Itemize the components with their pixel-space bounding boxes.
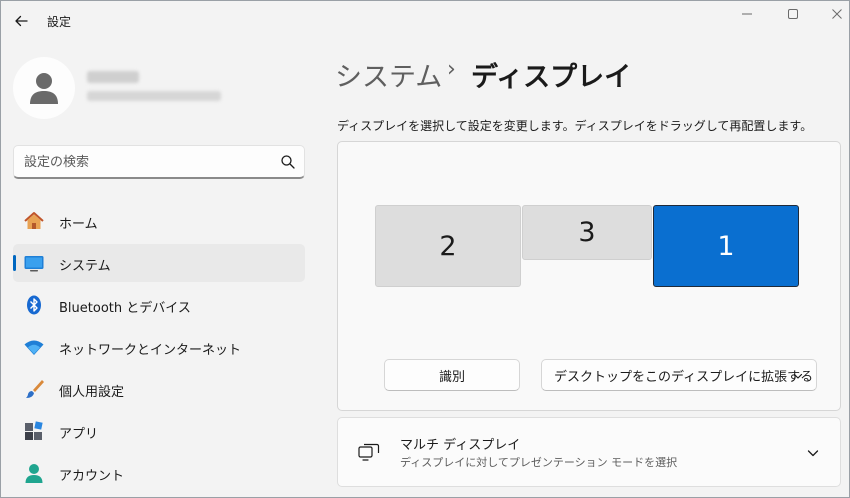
chevron-down-icon — [793, 373, 803, 379]
sidebar-item-personalization[interactable]: 個人用設定 — [13, 370, 305, 408]
apps-icon — [23, 420, 45, 442]
user-name-redacted — [87, 71, 139, 83]
multi-display-subtitle: ディスプレイに対してプレゼンテーション モードを選択 — [400, 456, 678, 469]
display-mode-value: デスクトップをこのディスプレイに拡張する — [554, 369, 814, 385]
selection-indicator — [13, 255, 16, 271]
sidebar-item-label: ネットワークとインターネット — [59, 343, 242, 358]
avatar[interactable] — [13, 57, 75, 119]
sidebar-item-label: 個人用設定 — [59, 385, 125, 400]
person-icon — [30, 73, 58, 104]
brush-icon — [23, 378, 45, 400]
sidebar-item-label: アプリ — [59, 427, 99, 442]
monitor-2[interactable]: 2 — [375, 205, 521, 287]
maximize-button[interactable] — [779, 5, 807, 23]
back-button[interactable] — [11, 11, 31, 31]
sidebar-item-network[interactable]: ネットワークとインターネット — [13, 328, 305, 366]
monitor-1[interactable]: 1 — [653, 205, 799, 287]
home-icon — [23, 210, 45, 232]
sidebar-item-label: システム — [59, 259, 111, 274]
sidebar-item-home[interactable]: ホーム — [13, 202, 305, 240]
back-arrow-icon — [15, 15, 28, 27]
maximize-icon — [788, 9, 798, 19]
account-icon — [23, 462, 45, 484]
search-input[interactable] — [24, 152, 264, 172]
sidebar-item-accounts[interactable]: アカウント — [13, 454, 305, 492]
sidebar-item-bluetooth[interactable]: Bluetooth とデバイス — [13, 286, 305, 324]
minimize-button[interactable] — [733, 5, 761, 23]
close-icon — [832, 9, 842, 19]
app-title: 設定 — [47, 15, 72, 29]
multi-display-card[interactable]: マルチ ディスプレイ ディスプレイに対してプレゼンテーション モードを選択 — [337, 417, 841, 487]
search-box[interactable] — [13, 145, 305, 179]
user-email-redacted — [87, 91, 221, 101]
chevron-down-icon[interactable] — [806, 446, 820, 460]
settings-window: 設定 ホー — [0, 0, 850, 498]
wifi-icon — [23, 336, 45, 358]
search-icon[interactable] — [280, 154, 296, 170]
minimize-icon — [742, 13, 752, 15]
sidebar-item-label: アカウント — [59, 469, 125, 484]
bluetooth-icon — [23, 294, 45, 316]
sidebar-item-apps[interactable]: アプリ — [13, 412, 305, 450]
identify-button[interactable]: 識別 — [384, 359, 520, 391]
system-icon — [23, 252, 45, 274]
multi-display-title: マルチ ディスプレイ — [400, 438, 521, 453]
display-mode-select[interactable]: デスクトップをこのディスプレイに拡張する — [541, 359, 817, 391]
breadcrumb-separator: › — [447, 57, 456, 82]
title-bar: 設定 — [1, 1, 849, 41]
multi-display-icon — [358, 443, 380, 461]
sidebar-item-label: Bluetooth とデバイス — [59, 301, 191, 316]
close-button[interactable] — [823, 5, 849, 23]
page-title: ディスプレイ — [471, 62, 632, 93]
breadcrumb-parent[interactable]: システム — [335, 55, 442, 94]
arrange-description: ディスプレイを選択して設定を変更します。ディスプレイをドラッグして再配置します。 — [337, 119, 813, 133]
monitor-3[interactable]: 3 — [522, 205, 652, 260]
sidebar-item-label: ホーム — [59, 217, 98, 232]
sidebar-item-system[interactable]: システム — [13, 244, 305, 282]
